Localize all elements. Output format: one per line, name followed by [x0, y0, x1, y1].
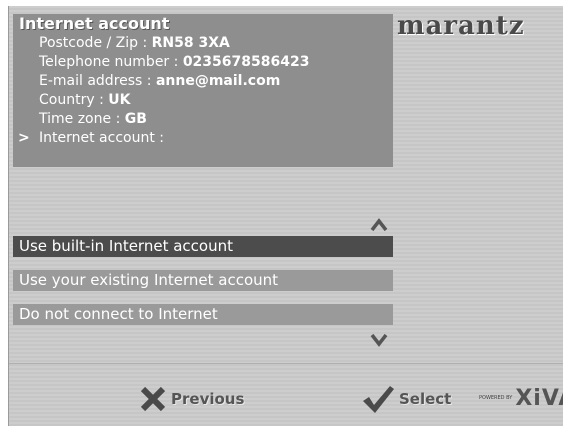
previous-button[interactable]: Previous: [139, 384, 244, 414]
info-label: Internet account :: [39, 130, 164, 146]
info-value: RN58 3XA: [151, 35, 230, 51]
select-button[interactable]: Select: [361, 384, 451, 414]
option-no-internet[interactable]: Do not connect to Internet: [13, 304, 393, 325]
chevron-up-icon[interactable]: [370, 218, 388, 232]
x-icon: [140, 386, 166, 412]
option-existing-account[interactable]: Use your existing Internet account: [13, 270, 393, 291]
xiva-logo-text: XiVA: [515, 385, 563, 411]
account-info-panel: Postcode / Zip : RN58 3XA Telephone numb…: [13, 34, 393, 167]
tv-screen: Internet account marantz Postcode / Zip …: [8, 6, 563, 426]
chevron-down-icon[interactable]: [370, 333, 388, 347]
powered-by-text: POWERED BY: [479, 395, 513, 401]
brand-logo: marantz: [397, 12, 525, 40]
select-label: Select: [399, 390, 452, 408]
info-row-email: E-mail address : anne@mail.com: [13, 72, 393, 91]
info-label: Country :: [39, 92, 109, 108]
info-value: UK: [108, 92, 131, 108]
info-label: Telephone number :: [39, 54, 183, 70]
powered-by-logo: POWERED BY XiVA: [479, 385, 563, 411]
info-value: anne@mail.com: [155, 73, 281, 89]
current-field-cursor: >: [18, 130, 30, 146]
option-built-in-account[interactable]: Use built-in Internet account: [13, 236, 393, 257]
info-row-telephone: Telephone number : 0235678586423: [13, 53, 393, 72]
info-row-timezone: Time zone : GB: [13, 110, 393, 129]
info-label: E-mail address :: [39, 73, 156, 89]
info-row-internet-account: > Internet account :: [13, 129, 393, 148]
info-value: 0235678586423: [182, 54, 310, 70]
page-title: Internet account: [13, 14, 393, 34]
info-label: Postcode / Zip :: [39, 35, 152, 51]
footer-divider: [9, 363, 563, 364]
info-label: Time zone :: [39, 111, 125, 127]
checkmark-icon: [363, 386, 394, 413]
info-row-country: Country : UK: [13, 91, 393, 110]
previous-label: Previous: [171, 390, 245, 408]
info-row-postcode: Postcode / Zip : RN58 3XA: [13, 34, 393, 53]
info-value: GB: [124, 111, 147, 127]
